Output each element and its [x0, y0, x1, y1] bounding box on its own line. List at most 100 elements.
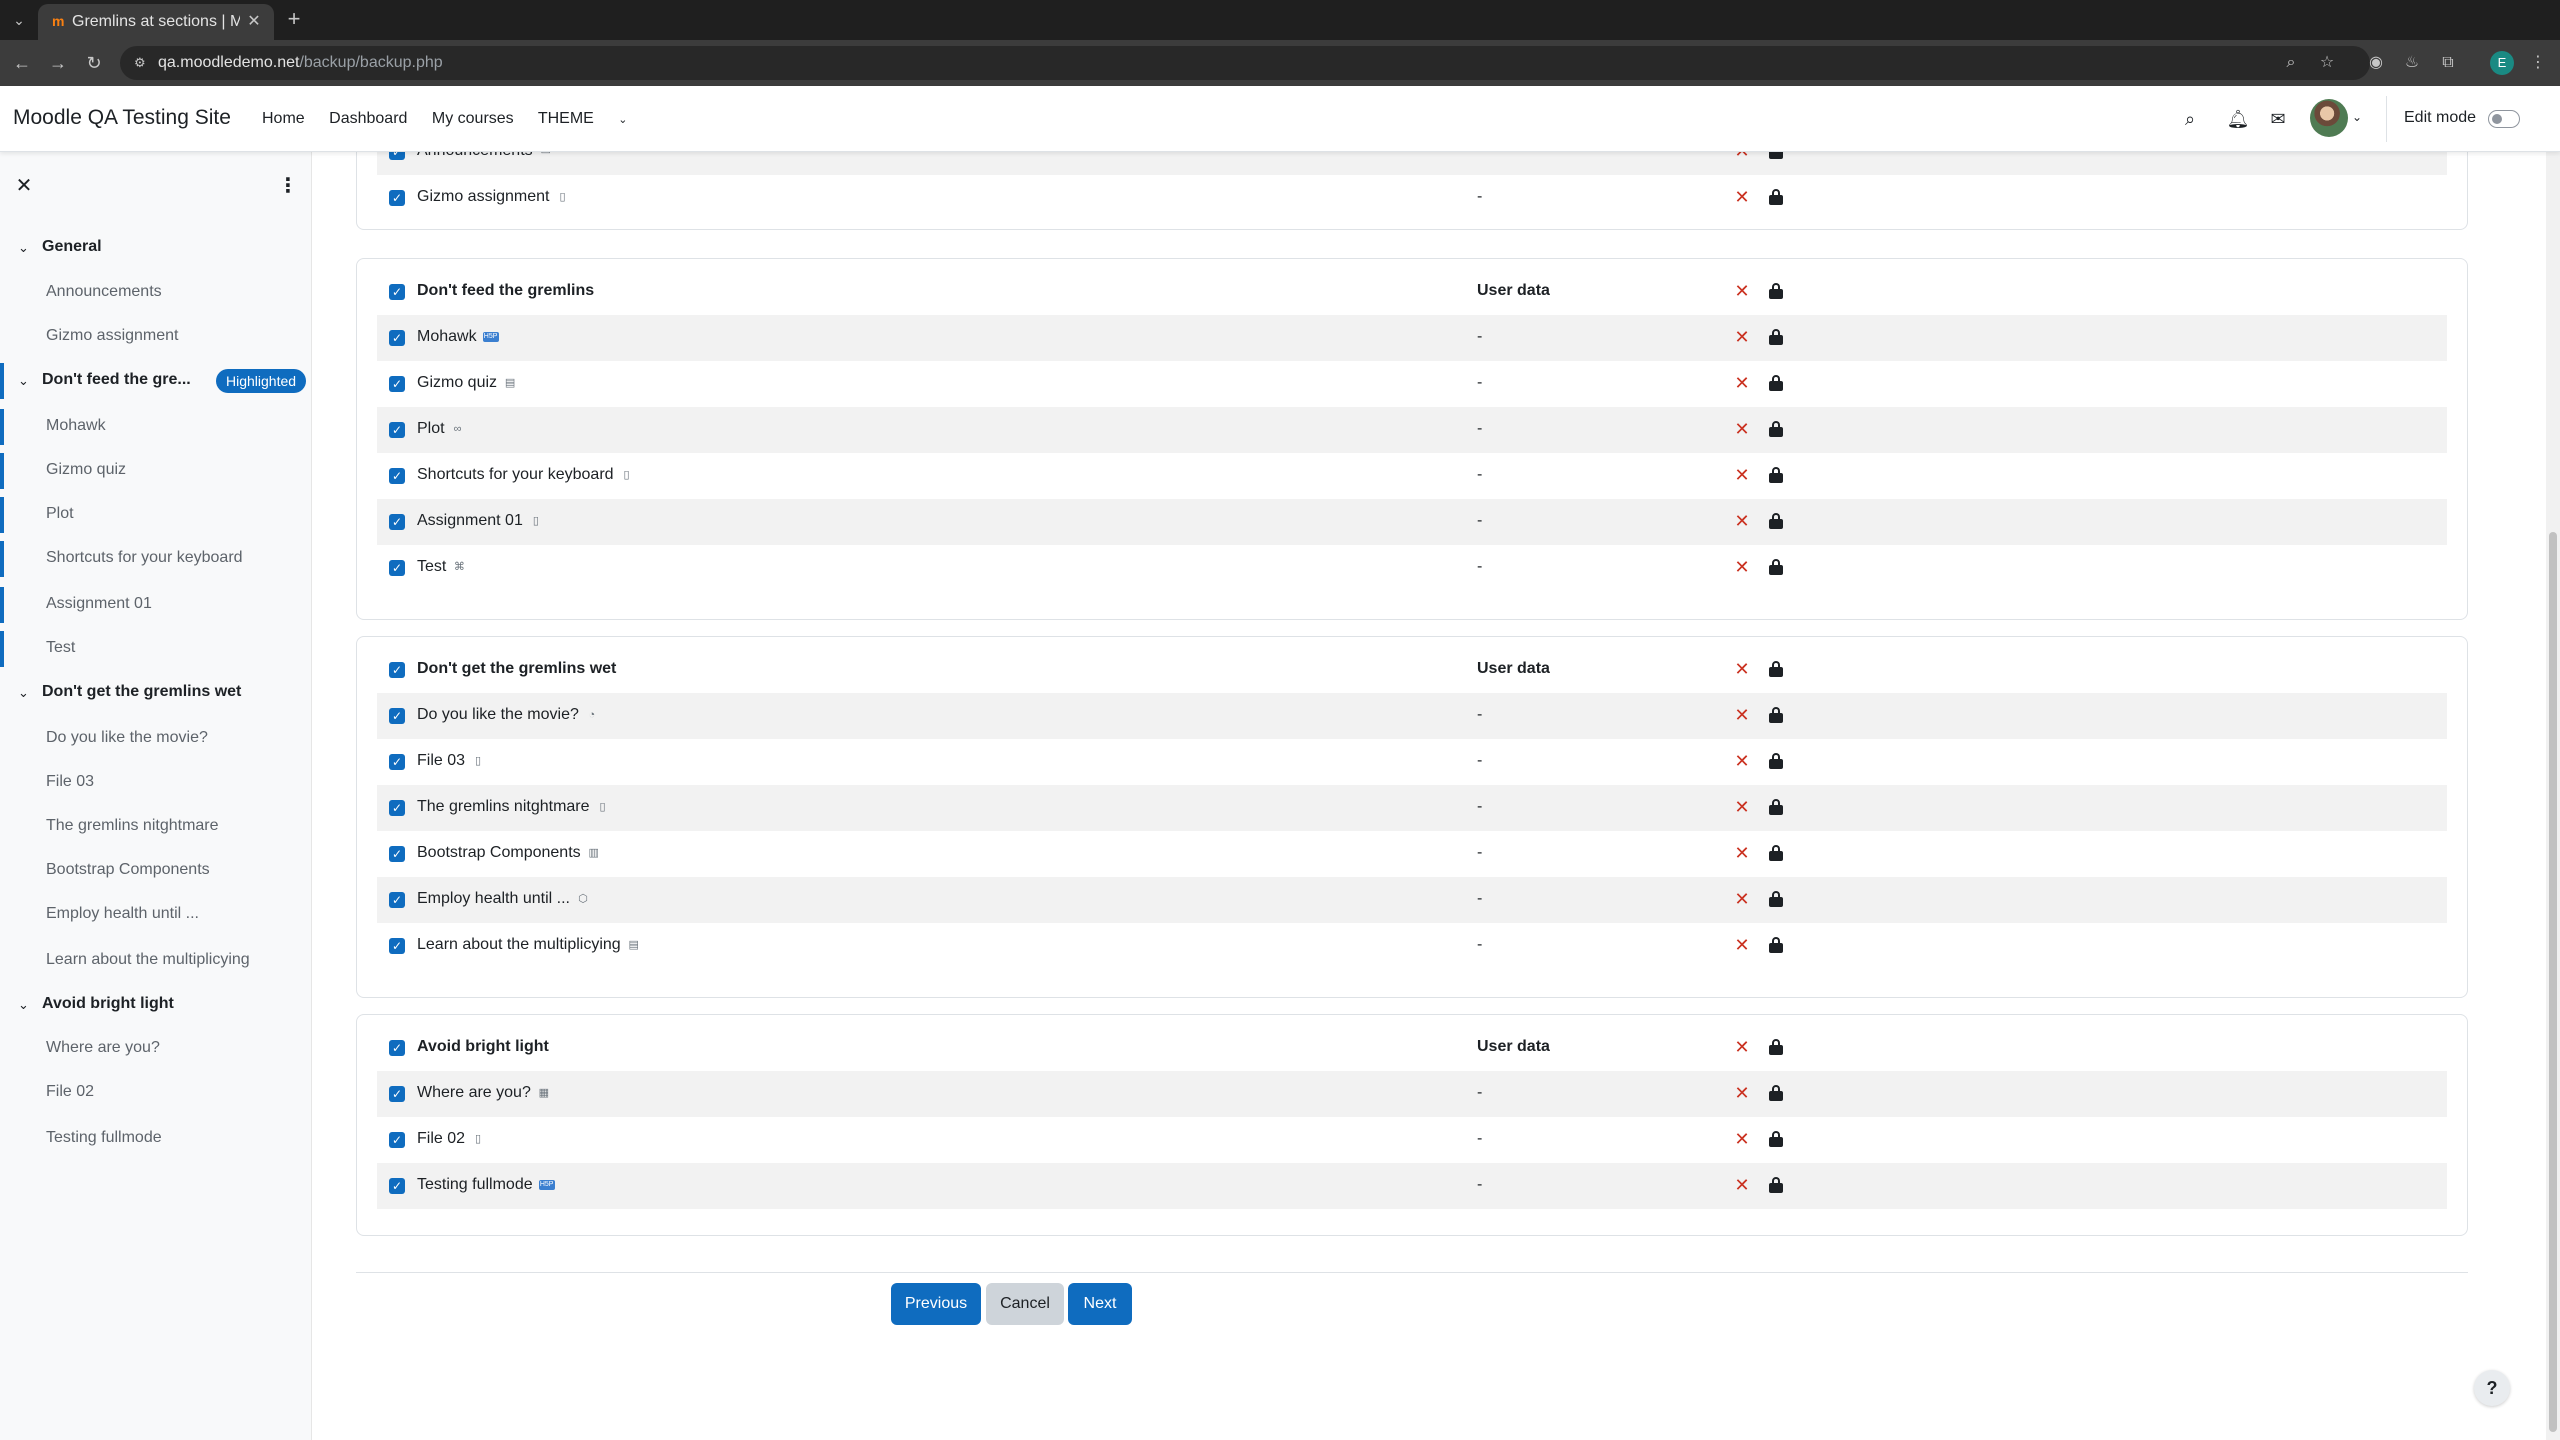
course-index-section[interactable]: ⌄ Avoid bright light	[0, 987, 312, 1023]
course-index-activity[interactable]: Learn about the multiplicying	[0, 943, 312, 979]
user-data-header: User data	[1477, 282, 1550, 299]
activity-include-checkbox[interactable]: ✓	[389, 1178, 405, 1194]
course-index-activity[interactable]: Gizmo quiz	[0, 453, 312, 489]
forward-arrow-icon[interactable]: →	[46, 51, 70, 75]
course-index-drawer: ✕ ⋮ ⌄ General Announcements Gizmo assignmen…	[0, 152, 312, 1440]
next-button[interactable]: Next	[1068, 1283, 1132, 1325]
lock-body	[1769, 897, 1783, 907]
row-label-text: File 03	[417, 752, 466, 769]
scrollbar-thumb[interactable]	[2549, 532, 2557, 1432]
new-tab-icon[interactable]: +	[282, 8, 306, 32]
chevron-down-icon[interactable]: ⌄	[18, 371, 34, 391]
page-icon: ▯	[623, 468, 630, 481]
lock-body	[1769, 851, 1783, 861]
address-bar[interactable]: ⚙ qa.moodledemo.net/backup/backup.php ⌕ …	[120, 46, 2370, 80]
zoom-icon[interactable]: ⌕	[2280, 52, 2302, 74]
notification-bell-icon[interactable]: 🔔︎	[2226, 107, 2250, 131]
activity-include-checkbox[interactable]: ✓	[389, 560, 405, 576]
browser-profile-avatar[interactable]: E	[2490, 51, 2514, 75]
activity-include-checkbox[interactable]: ✓	[389, 152, 405, 160]
lock-body	[1769, 1091, 1783, 1101]
extension-icon[interactable]: ◉	[2364, 51, 2388, 75]
course-index-activity[interactable]: Mohawk	[0, 409, 312, 445]
site-info-icon[interactable]: ⚙	[134, 54, 152, 72]
course-index-activity[interactable]: Gizmo assignment	[0, 319, 312, 355]
user-avatar[interactable]	[2310, 99, 2348, 137]
activity-include-checkbox[interactable]: ✓	[389, 1086, 405, 1102]
activity-row: ✓ Employ health until ... ⬡ - ✕	[377, 877, 2447, 923]
tab-close-icon[interactable]: ✕	[244, 12, 264, 32]
reload-icon[interactable]: ↻	[82, 51, 106, 75]
activity-include-checkbox[interactable]: ✓	[389, 330, 405, 346]
activity-include-checkbox[interactable]: ✓	[389, 938, 405, 954]
activity-include-checkbox[interactable]: ✓	[389, 422, 405, 438]
page-scrollbar[interactable]	[2546, 152, 2560, 1440]
nav-home[interactable]: Home	[262, 110, 305, 127]
activity-include-checkbox[interactable]: ✓	[389, 800, 405, 816]
activity-include-checkbox[interactable]: ✓	[389, 1132, 405, 1148]
section-include-checkbox[interactable]: ✓	[389, 1040, 405, 1056]
course-index-activity[interactable]: Do you like the movie?	[0, 721, 312, 757]
activity-include-checkbox[interactable]: ✓	[389, 892, 405, 908]
nav-my-courses[interactable]: My courses	[432, 110, 514, 127]
tab-search-chevron-icon[interactable]: ⌄	[8, 9, 30, 31]
cancel-button[interactable]: Cancel	[986, 1283, 1064, 1325]
search-icon[interactable]: ⌕	[2178, 107, 2202, 131]
excluded-x-icon: ✕	[1734, 327, 1750, 347]
chevron-down-icon[interactable]: ⌄	[18, 683, 34, 703]
activity-include-checkbox[interactable]: ✓	[389, 846, 405, 862]
site-name[interactable]: Moodle QA Testing Site	[13, 106, 231, 130]
user-data-value: -	[1477, 1130, 1483, 1147]
bookmark-star-icon[interactable]: ☆	[2316, 52, 2338, 74]
activity-include-checkbox[interactable]: ✓	[389, 514, 405, 530]
course-index-activity[interactable]: File 02	[0, 1075, 312, 1111]
nav-dashboard[interactable]: Dashboard	[329, 110, 407, 127]
close-drawer-icon[interactable]: ✕	[12, 174, 36, 198]
course-index-activity[interactable]: Where are you?	[0, 1031, 312, 1067]
highlighted-badge: Highlighted	[216, 369, 307, 393]
activity-include-checkbox[interactable]: ✓	[389, 708, 405, 724]
course-index-section[interactable]: ⌄ Don't feed the gre... Highlighted	[0, 363, 312, 399]
edit-mode-toggle[interactable]	[2488, 110, 2520, 128]
course-index-activity[interactable]: Plot	[0, 497, 312, 533]
activity-include-checkbox[interactable]: ✓	[389, 754, 405, 770]
section-title: Avoid bright light	[417, 1038, 549, 1056]
extensions-puzzle-icon[interactable]: ⧉	[2436, 51, 2460, 75]
back-arrow-icon[interactable]: ←	[10, 51, 34, 75]
help-button[interactable]: ?	[2474, 1370, 2510, 1406]
drawer-options-kebab-icon[interactable]: ⋮	[276, 174, 300, 198]
extension-flame-icon[interactable]: ♨	[2400, 51, 2424, 75]
section-include-checkbox[interactable]: ✓	[389, 662, 405, 678]
course-index-activity[interactable]: Assignment 01	[0, 587, 312, 623]
chevron-down-icon[interactable]: ⌄	[18, 238, 34, 258]
activity-include-checkbox[interactable]: ✓	[389, 468, 405, 484]
activity-name: Learn about the multiplicying ▤	[417, 936, 641, 954]
activity-include-checkbox[interactable]: ✓	[389, 376, 405, 392]
url-host: qa.moodledemo.net	[158, 54, 300, 71]
course-index-activity[interactable]: Employ health until ...	[0, 897, 312, 933]
course-index-activity[interactable]: File 03	[0, 765, 312, 801]
activity-name: Bootstrap Components ▥	[417, 844, 601, 862]
course-index-activity[interactable]: Bootstrap Components	[0, 853, 312, 889]
browser-menu-icon[interactable]: ⋮	[2526, 51, 2550, 75]
chevron-down-icon[interactable]: ⌄	[18, 995, 34, 1015]
activity-name: File 02 ▯	[417, 1130, 485, 1148]
course-index-activity[interactable]: Announcements	[0, 275, 312, 311]
user-menu-chevron-down-icon[interactable]: ⌄	[2352, 107, 2366, 127]
section-include-checkbox[interactable]: ✓	[389, 284, 405, 300]
course-index-section[interactable]: ⌄ Don't get the gremlins wet	[0, 675, 312, 711]
course-index-section[interactable]: ⌄ General	[0, 230, 312, 266]
excluded-x-icon: ✕	[1734, 843, 1750, 863]
activity-include-checkbox[interactable]: ✓	[389, 190, 405, 206]
previous-button[interactable]: Previous	[891, 1283, 981, 1325]
course-index-activity[interactable]: The gremlins nitghtmare	[0, 809, 312, 845]
course-index-activity[interactable]: Testing fullmode	[0, 1121, 312, 1157]
nav-theme-dropdown[interactable]: THEME ⌄	[538, 110, 648, 127]
row-label-text: Mohawk	[417, 328, 477, 345]
messages-icon[interactable]: ✉	[2266, 107, 2290, 131]
course-index-activity[interactable]: Shortcuts for your keyboard	[0, 541, 312, 577]
course-index-label: Bootstrap Components	[46, 861, 210, 878]
course-index-activity[interactable]: Test	[0, 631, 312, 667]
browser-tab-active[interactable]: m Gremlins at sections | Mo ✕	[38, 4, 274, 40]
lock-icon	[1769, 513, 1783, 529]
